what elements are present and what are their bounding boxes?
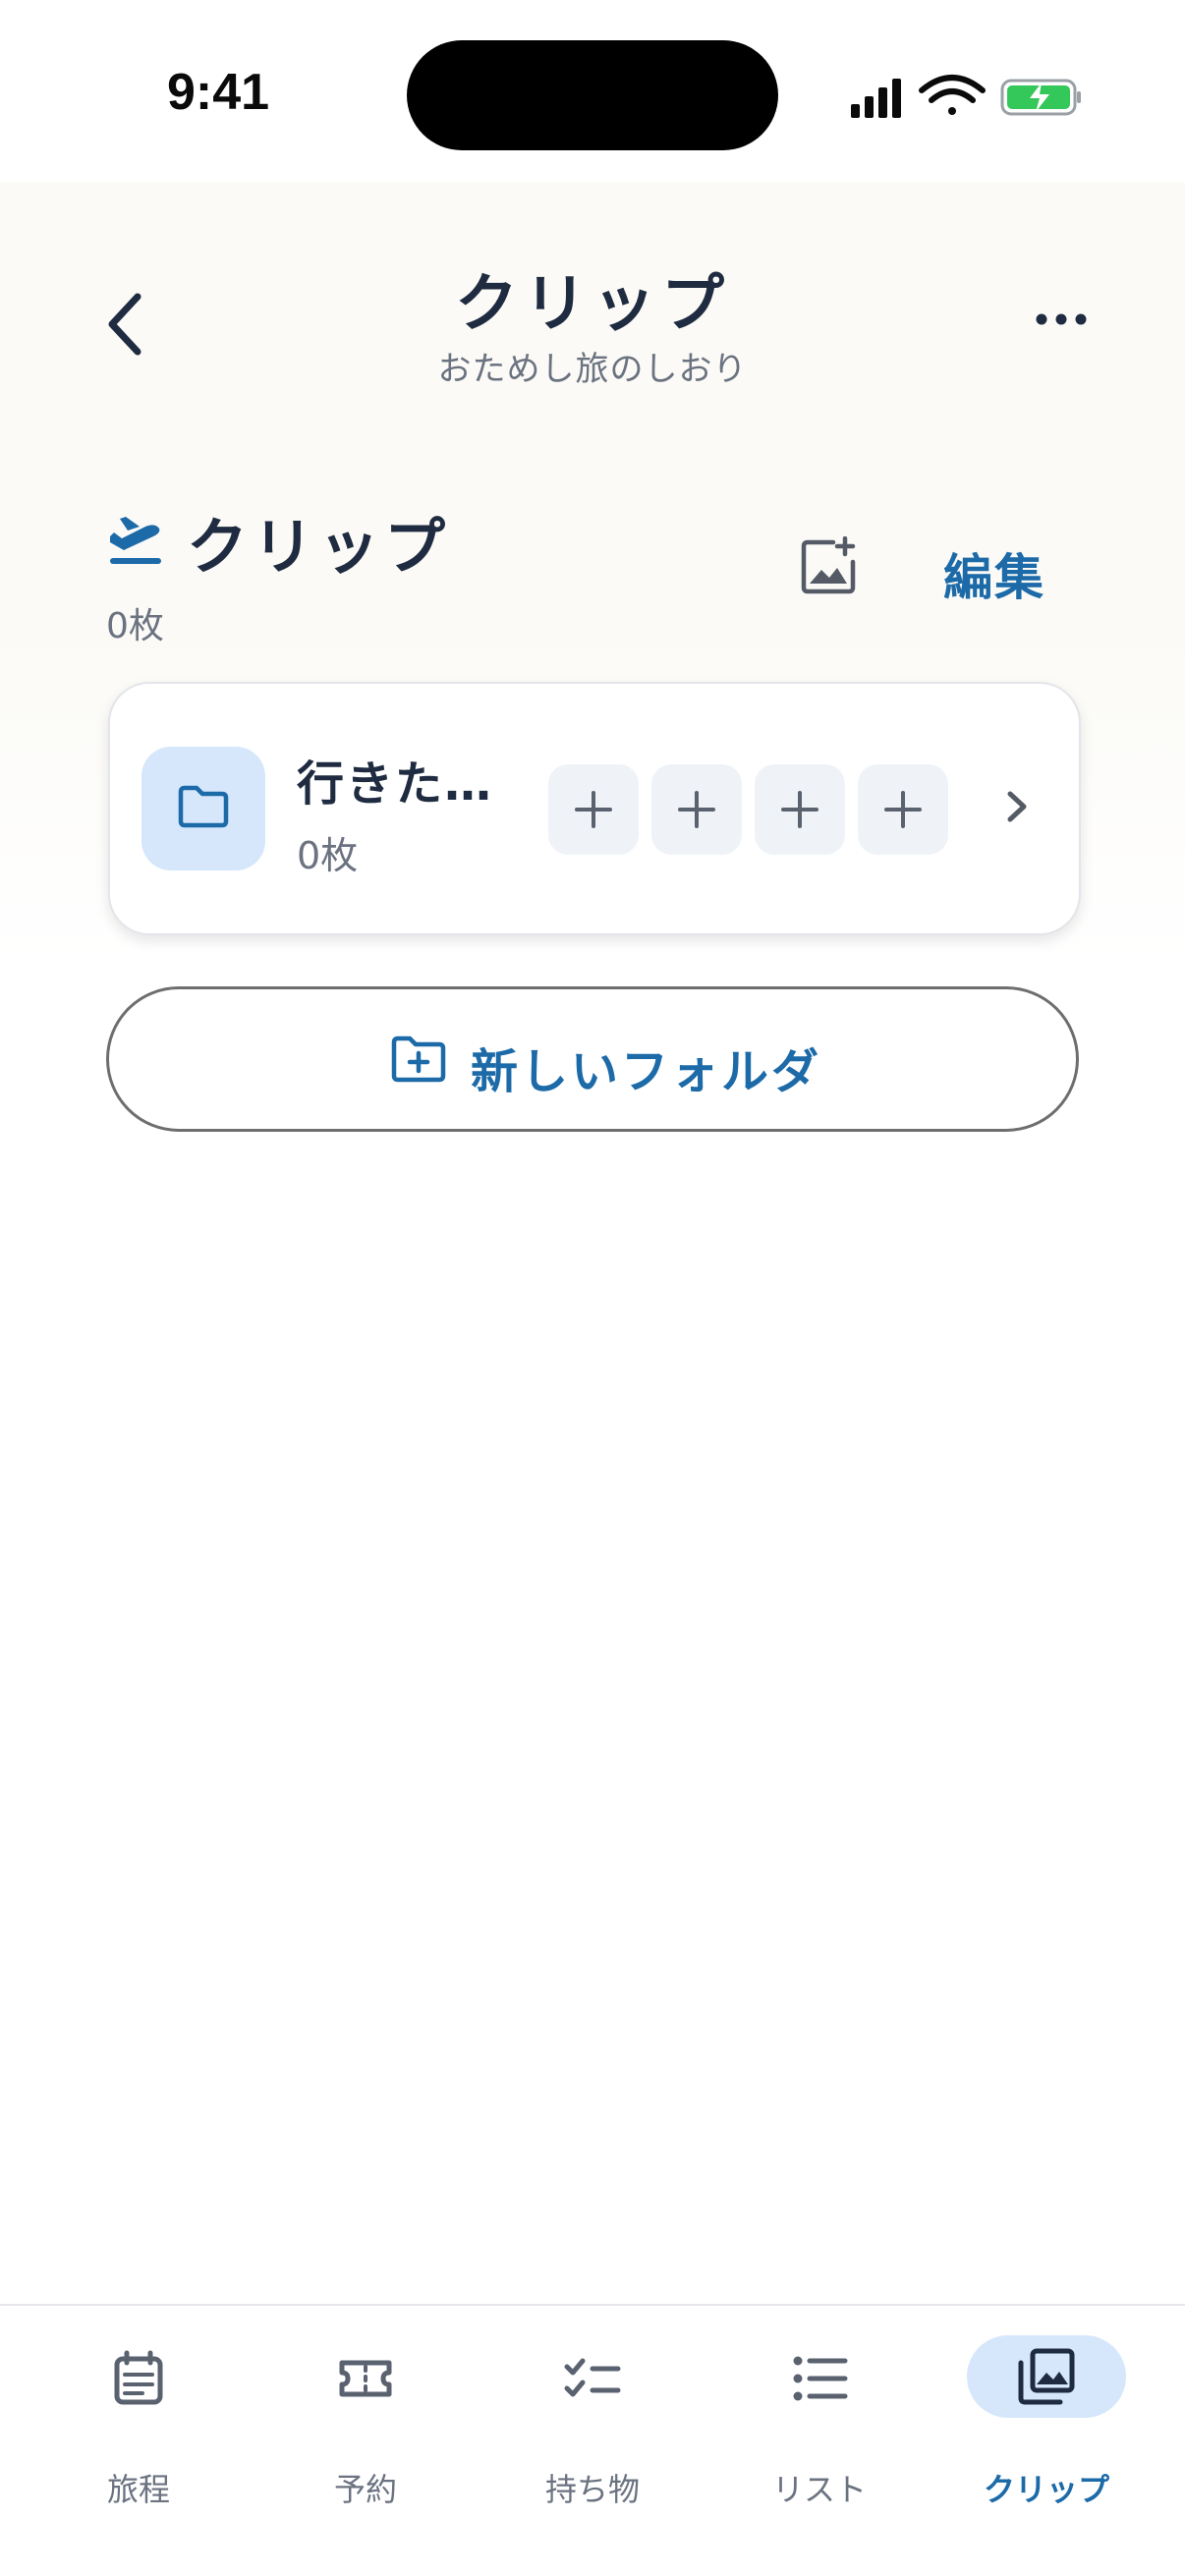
tab-list[interactable]: リスト [731, 2335, 908, 2532]
new-folder-button[interactable]: 新しいフォルダ [106, 986, 1079, 1132]
edit-button[interactable]: 編集 [943, 538, 1045, 609]
folder-count: 0枚 [297, 834, 359, 877]
tab-label: 持ち物 [544, 2471, 640, 2508]
folder-card[interactable]: 行きた… 0枚 [108, 682, 1081, 935]
dynamic-island [407, 40, 778, 150]
new-folder-label: 新しいフォルダ [471, 1044, 822, 1099]
cellular-signal-icon [851, 79, 901, 118]
add-photo-slot[interactable] [651, 764, 742, 855]
tab-label: クリップ [983, 2471, 1109, 2508]
plus-icon [678, 791, 715, 828]
folder-icon [178, 785, 229, 828]
folder-thumbnail [141, 747, 265, 870]
page-subtitle: おためし旅のしおり [437, 350, 748, 389]
tab-itinerary[interactable]: 旅程 [50, 2335, 227, 2532]
tab-bar: 旅程 予約 持ち物 リスト クリップ [0, 2304, 1185, 2576]
ticket-icon [339, 2360, 392, 2397]
section-title: クリップ [187, 511, 451, 583]
wifi-icon [919, 75, 986, 115]
status-time: 9:41 [167, 64, 270, 121]
calendar-icon [114, 2350, 163, 2405]
status-bar: 9:41 [0, 0, 1185, 182]
add-photo-icon[interactable] [798, 536, 859, 597]
add-photo-slot[interactable] [755, 764, 845, 855]
more-options-icon[interactable] [1032, 295, 1091, 344]
tab-label: リスト [771, 2471, 867, 2508]
page-title: クリップ [455, 268, 730, 341]
checklist-icon [564, 2358, 621, 2397]
folder-name: 行きた… [297, 756, 494, 812]
plus-icon [575, 791, 612, 828]
tab-clip[interactable]: クリップ [958, 2335, 1135, 2532]
plus-icon [781, 791, 818, 828]
status-icons [851, 75, 1081, 118]
plus-icon [884, 791, 922, 828]
add-photo-slot[interactable] [548, 764, 639, 855]
tab-packing[interactable]: 持ち物 [504, 2335, 681, 2532]
photo-library-icon [1018, 2348, 1075, 2405]
tab-label: 旅程 [106, 2471, 170, 2508]
airplane-takeoff-icon [110, 517, 161, 564]
tab-label: 予約 [333, 2471, 397, 2508]
list-icon [793, 2356, 848, 2401]
add-photo-slot[interactable] [858, 764, 948, 855]
battery-icon [1000, 79, 1081, 116]
folder-plus-icon [391, 1036, 446, 1083]
tab-reservations[interactable]: 予約 [277, 2335, 454, 2532]
chevron-right-icon[interactable] [996, 782, 1036, 831]
section-count: 0枚 [106, 606, 164, 646]
